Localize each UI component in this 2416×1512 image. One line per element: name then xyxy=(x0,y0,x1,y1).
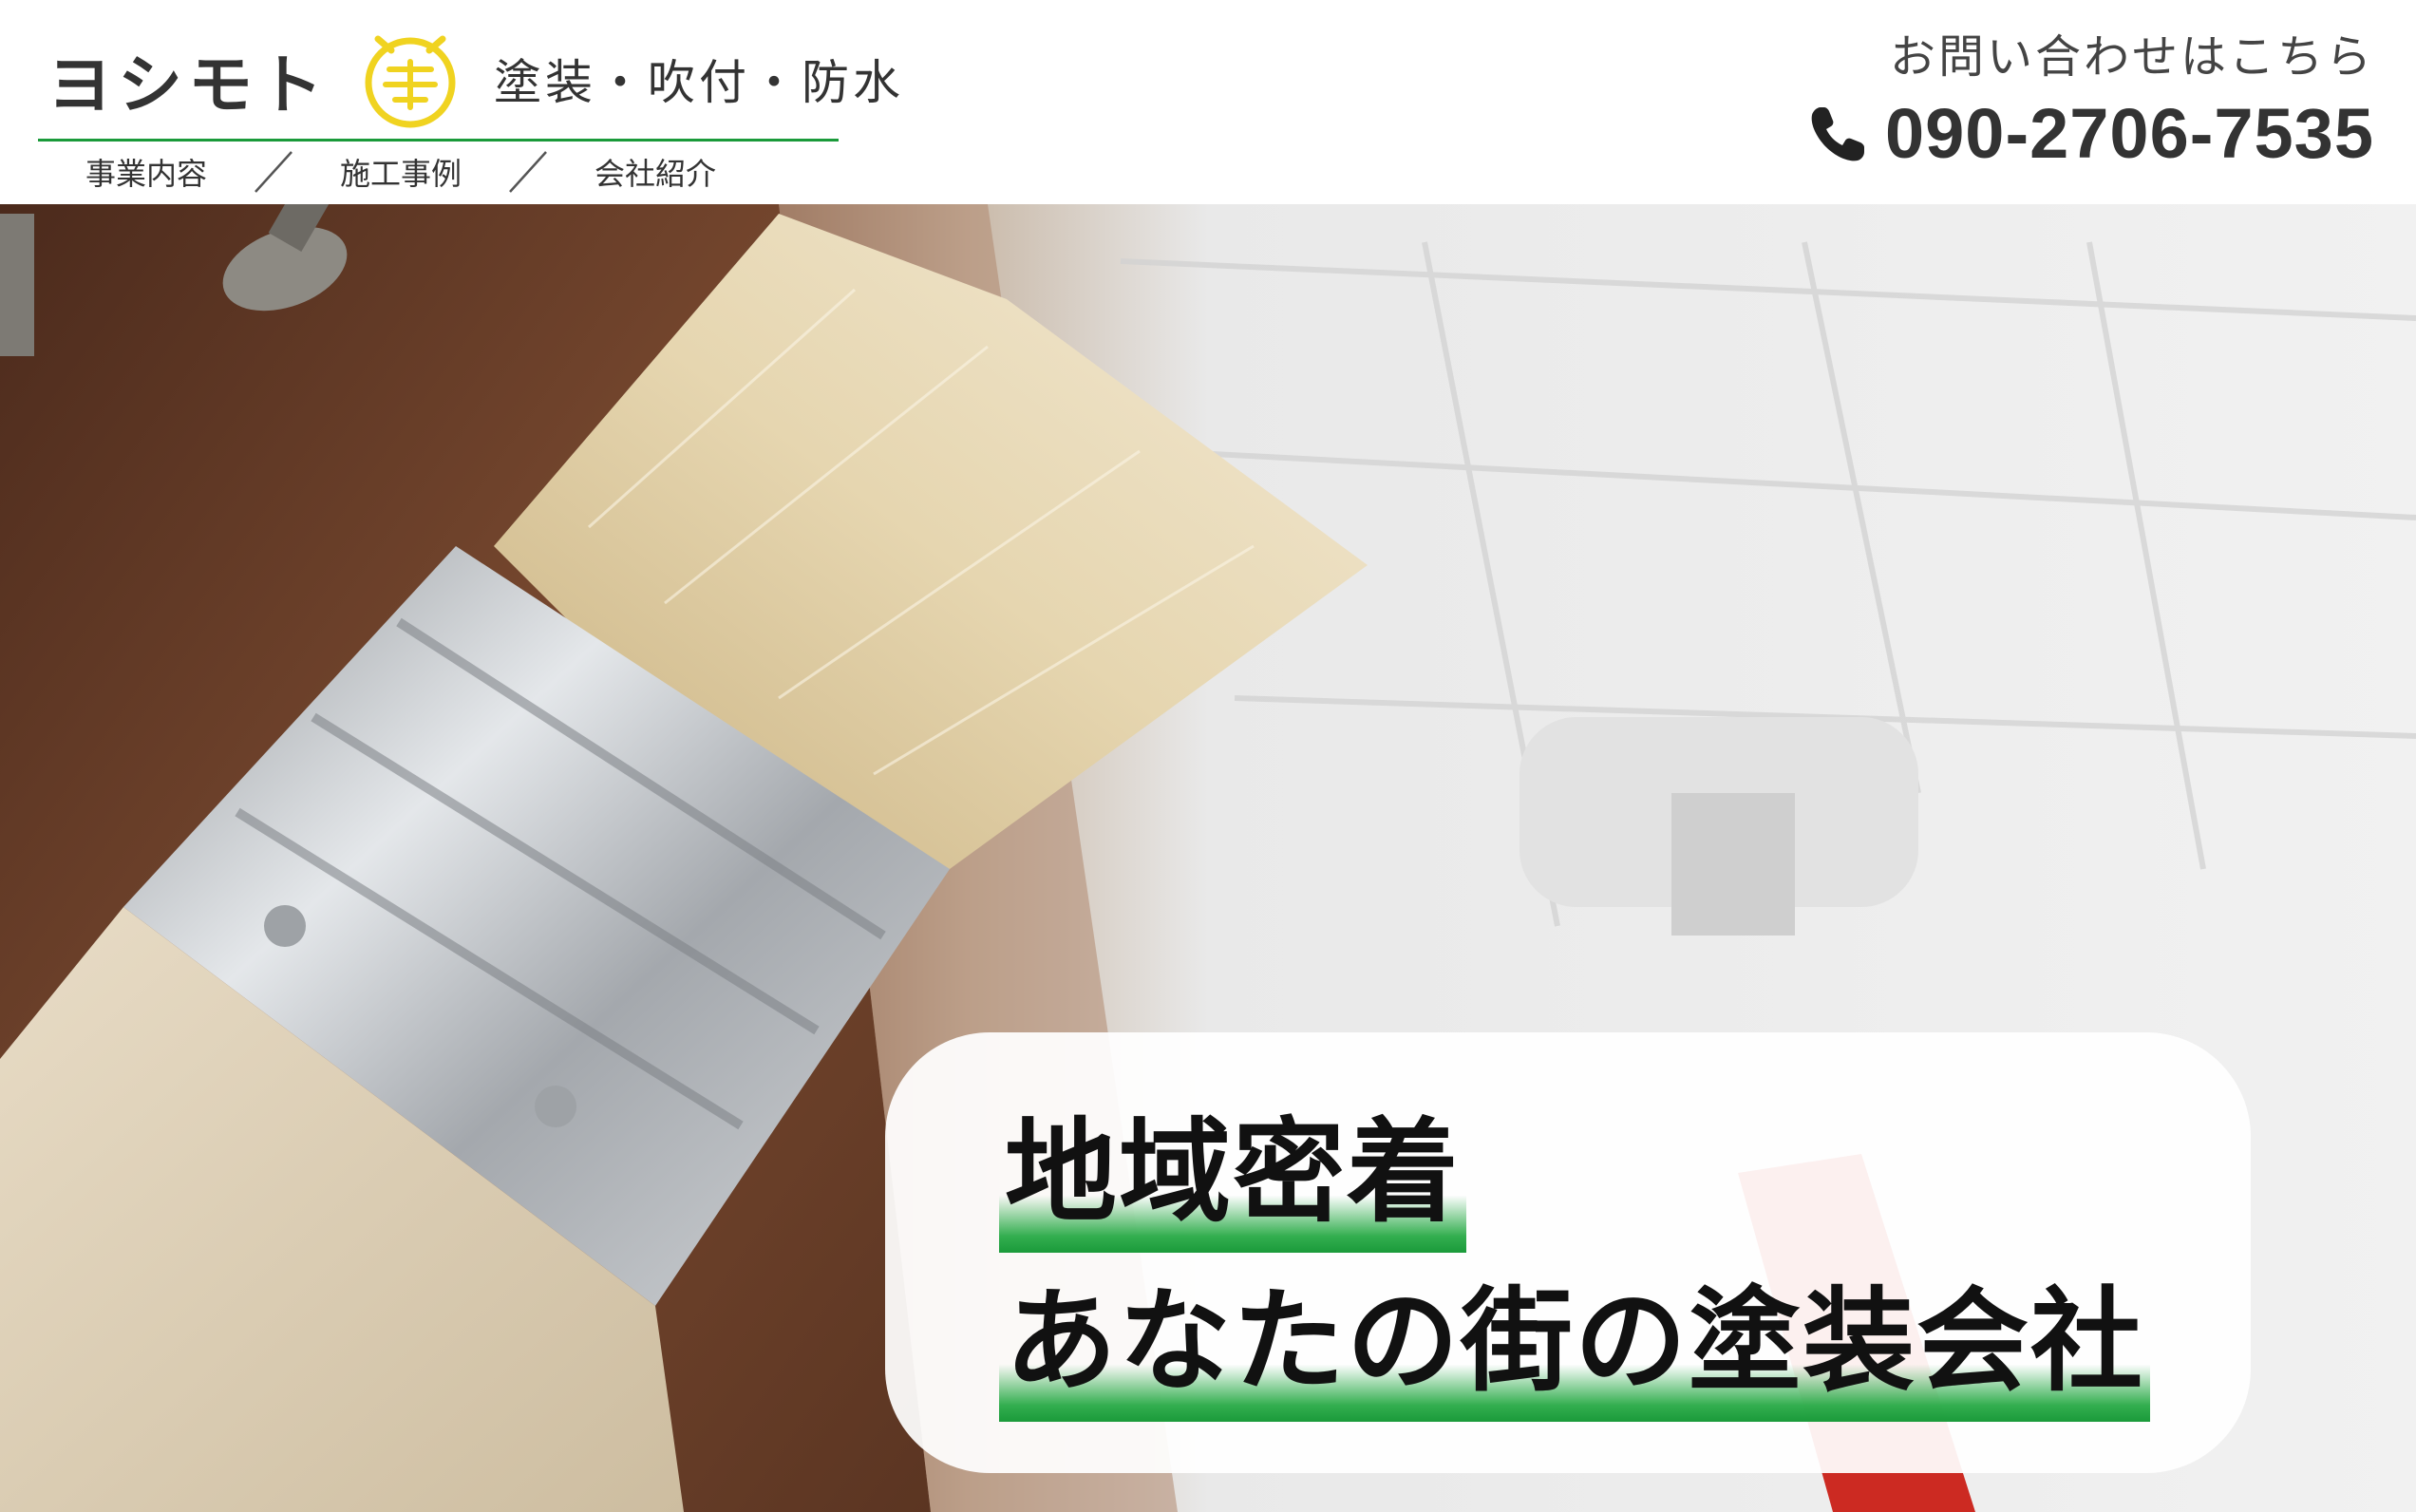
header-divider xyxy=(38,139,839,142)
main-nav: 事業内容 施工事例 会社紹介 xyxy=(85,146,716,198)
nav-link-works[interactable]: 施工事例 xyxy=(340,150,462,194)
nav-link-services[interactable]: 事業内容 xyxy=(85,150,207,194)
nav-separator xyxy=(462,148,595,196)
hero-headline-line-1: 地域密着 xyxy=(999,1116,1467,1253)
yoshimoto-logo-icon xyxy=(365,35,456,128)
hero-section: 地域密着 あなたの街の塗装会社 xyxy=(0,204,2416,1512)
phone-icon xyxy=(1811,106,1864,161)
hero-headline-line-2: あなたの街の塗装会社 xyxy=(999,1285,2151,1422)
brand-name: ヨシモト xyxy=(47,47,330,123)
contact-phone-link[interactable]: 090-2706-7535 xyxy=(1807,93,2374,174)
brand[interactable]: ヨシモト 塗装・吹付・防水 xyxy=(47,17,904,141)
hero-catchphrase-box: 地域密着 あなたの街の塗装会社 xyxy=(885,1032,2251,1473)
contact-label: お問い合わせはこちら xyxy=(1889,30,2374,84)
brand-tagline: 塗装・吹付・防水 xyxy=(494,55,905,110)
phone-number: 090-2706-7535 xyxy=(1885,94,2374,173)
nav-link-company[interactable]: 会社紹介 xyxy=(595,150,716,194)
nav-separator xyxy=(207,148,340,196)
site-header: ヨシモト 塗装・吹付・防水 事業内容 施工事例 会社紹介 お問い合わせはこちら … xyxy=(0,0,2416,204)
